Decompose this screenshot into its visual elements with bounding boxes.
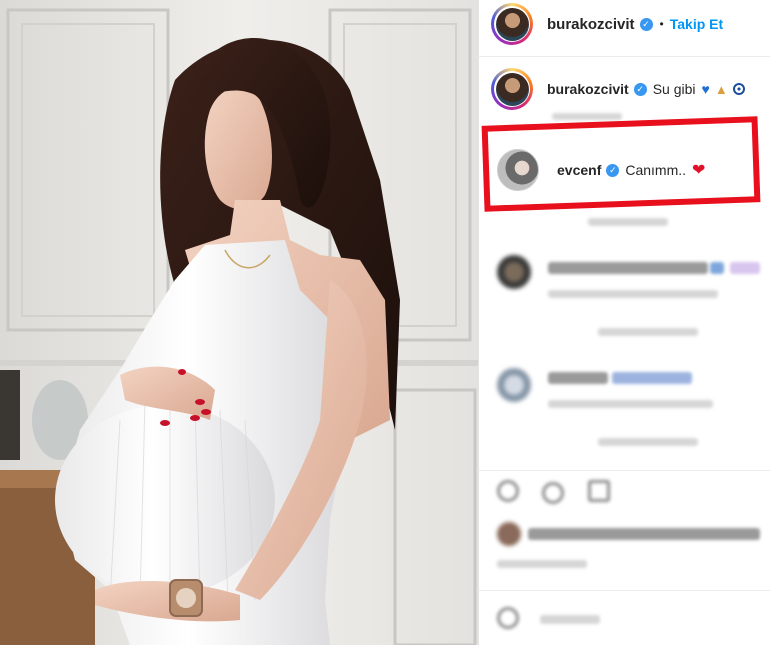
candle-emoji-icon: ▲ <box>714 81 728 97</box>
post-header: burakozcivit ✓ • Takip Et <box>491 3 723 45</box>
header-separator: • <box>659 17 664 31</box>
blurred-comment-line <box>548 262 708 274</box>
post-photo <box>0 0 478 645</box>
highlight-box <box>481 116 761 212</box>
caption-username[interactable]: burakozcivit <box>547 81 629 97</box>
blurred-meta <box>588 218 668 226</box>
header-username[interactable]: burakozcivit <box>547 16 635 33</box>
blurred-emoji <box>710 262 724 274</box>
share-icon[interactable] <box>588 480 610 502</box>
blurred-comment-avatar <box>497 255 531 289</box>
nazar-eye-emoji-icon <box>732 83 745 95</box>
caption-avatar[interactable] <box>491 68 533 110</box>
blue-heart-emoji-icon: ♥ <box>701 81 710 97</box>
blurred-comment-line <box>548 372 608 384</box>
blurred-comment-meta <box>548 290 718 298</box>
caption-row: burakozcivit ✓ Su gibi ♥ ▲ <box>491 68 745 110</box>
header-divider <box>478 56 770 57</box>
blurred-post-date <box>497 560 587 568</box>
blurred-likes-line <box>528 528 760 540</box>
blurred-comment-avatar <box>497 368 531 402</box>
blurred-liker-avatar <box>497 522 521 546</box>
post-photo-image <box>0 0 478 645</box>
blurred-meta <box>598 328 698 336</box>
blurred-meta <box>598 438 698 446</box>
follow-button[interactable]: Takip Et <box>670 16 723 32</box>
like-icon[interactable] <box>497 480 519 502</box>
blurred-emoji <box>730 262 760 274</box>
actions-divider <box>478 470 770 471</box>
header-avatar[interactable] <box>491 3 533 45</box>
caption-text: Su gibi <box>652 81 696 97</box>
blurred-comment-input-placeholder[interactable] <box>540 615 600 624</box>
caption-timestamp-blurred <box>552 113 622 120</box>
comment-input-divider <box>478 590 770 591</box>
emoji-icon[interactable] <box>497 607 519 629</box>
blurred-comment-meta <box>548 400 713 408</box>
verified-badge-icon: ✓ <box>639 17 653 31</box>
blurred-emoji <box>612 372 692 384</box>
comment-icon[interactable] <box>542 482 564 504</box>
verified-badge-icon: ✓ <box>633 82 647 96</box>
